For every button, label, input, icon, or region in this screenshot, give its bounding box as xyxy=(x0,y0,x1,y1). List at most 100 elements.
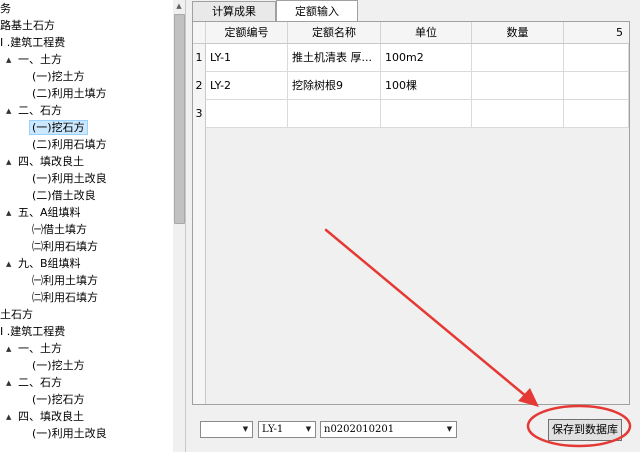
row-number[interactable]: 3 xyxy=(193,100,206,129)
tree-item[interactable]: ▲ 九、B组填料 xyxy=(6,256,81,272)
tree-item-label: (一)利用土改良 xyxy=(32,172,107,185)
tree-item[interactable]: (二)利用土填方 xyxy=(32,86,107,102)
combo-quota-code[interactable]: LY-1 ▼ xyxy=(258,421,316,438)
combo-item-code[interactable]: n0202010201 ▼ xyxy=(320,421,457,438)
table-row[interactable]: 2 LY-2 挖除树根9 100棵 xyxy=(193,72,629,101)
tree-item-label: 二、石方 xyxy=(18,104,62,117)
save-to-database-button[interactable]: 保存到数据库 xyxy=(548,419,622,441)
header-quota-name[interactable]: 定额名称 xyxy=(288,22,381,43)
tree-item-label: (一)利用土改良 xyxy=(32,427,107,440)
tree-item-label: 务 xyxy=(0,2,11,15)
tree-item[interactable]: ㈡利用石填方 xyxy=(32,290,98,306)
tree-item[interactable]: 路基土石方 xyxy=(0,18,55,34)
tree-item[interactable]: I .建筑工程费 xyxy=(0,35,65,51)
tab-quota-input[interactable]: 定额输入 xyxy=(276,0,358,22)
tree-scrollbar[interactable]: ▲ xyxy=(173,0,186,452)
tree-item[interactable]: (一)利用土改良 xyxy=(32,171,107,187)
combo-type[interactable]: ▼ xyxy=(200,421,253,438)
header-col-5[interactable]: 5 xyxy=(564,22,629,43)
tree-item-label: ㈡利用石填方 xyxy=(32,240,98,253)
cell-quantity[interactable] xyxy=(472,100,564,128)
cell-quantity[interactable] xyxy=(472,44,564,72)
tree-item[interactable]: 土石方 xyxy=(0,307,33,323)
combo-item-code-value: n0202010201 xyxy=(324,424,395,435)
tree-item[interactable]: (二)利用石填方 xyxy=(32,137,107,153)
tree-item-label: (二)利用石填方 xyxy=(32,138,107,151)
cell-quota-code[interactable]: LY-1 xyxy=(206,44,288,72)
tree-item[interactable]: (一)利用土改良 xyxy=(32,426,107,442)
tree-item-label: I .建筑工程费 xyxy=(0,325,66,338)
cell-quota-code[interactable]: LY-2 xyxy=(206,72,288,100)
tree-item-label: I .建筑工程费 xyxy=(0,36,66,49)
scroll-thumb[interactable] xyxy=(174,14,185,224)
tree-expand-triangle-icon[interactable]: ▲ xyxy=(6,409,14,425)
tree-item-label: 一、土方 xyxy=(18,53,62,66)
tree-item[interactable]: ㈡利用石填方 xyxy=(32,239,98,255)
chevron-down-icon[interactable]: ▼ xyxy=(302,422,315,437)
cell-unit[interactable]: 100m2 xyxy=(381,44,472,72)
table-row[interactable]: 3 xyxy=(193,100,629,129)
header-quantity[interactable]: 数量 xyxy=(472,22,564,43)
tree-expand-triangle-icon[interactable]: ▲ xyxy=(6,375,14,391)
tree-item-label: 一、土方 xyxy=(18,342,62,355)
tree-item[interactable]: ▲ 一、土方 xyxy=(6,341,62,357)
tree-item[interactable]: 务 xyxy=(0,1,11,17)
tree-item-label: (一)挖土方 xyxy=(32,70,85,83)
tree-item[interactable]: ㈠借土填方 xyxy=(32,222,87,238)
tree-item-label: ㈠借土填方 xyxy=(32,223,87,236)
tree-item[interactable]: ㈠利用土填方 xyxy=(32,273,98,289)
tree-item-label: (二)利用土填方 xyxy=(32,87,107,100)
cell-col-5[interactable] xyxy=(564,44,629,72)
quota-grid: 定额编号 定额名称 单位 数量 5 1 LY-1 推土机清表 厚... 100m2 2 L… xyxy=(192,21,630,405)
scroll-up-arrow-icon[interactable]: ▲ xyxy=(174,0,184,12)
tree-item-label: 九、B组填料 xyxy=(18,257,81,270)
tree-item-label: ㈡利用石填方 xyxy=(32,291,98,304)
tree-item[interactable]: ▲ 二、石方 xyxy=(6,103,62,119)
cell-quota-name[interactable] xyxy=(288,100,381,128)
tree-item[interactable]: ▲ 一、土方 xyxy=(6,52,62,68)
tree-item-label: (二)借土改良 xyxy=(32,189,96,202)
row-number[interactable]: 1 xyxy=(193,44,206,73)
cell-unit[interactable] xyxy=(381,100,472,128)
tree-item[interactable]: (一)挖土方 xyxy=(32,358,85,374)
tree-item-label: ㈠利用土填方 xyxy=(32,274,98,287)
grid-empty-area xyxy=(193,128,629,404)
row-number[interactable]: 2 xyxy=(193,72,206,101)
tree-item-label: (一)挖土方 xyxy=(32,359,85,372)
cell-col-5[interactable] xyxy=(564,100,629,128)
cell-quota-name[interactable]: 挖除树根9 xyxy=(288,72,381,100)
tree-item[interactable]: I .建筑工程费 xyxy=(0,324,65,340)
tree-expand-triangle-icon[interactable]: ▲ xyxy=(6,103,14,119)
tree-item[interactable]: ▲ 四、填改良土 xyxy=(6,154,84,170)
tree-panel: 务路基土石方 I .建筑工程费 ▲ 一、土方 (一)挖土方 (二)利用土填方 ▲ 二、石方 (一… xyxy=(0,0,174,452)
header-quota-code[interactable]: 定额编号 xyxy=(206,22,288,43)
tree-item[interactable]: (一)挖土方 xyxy=(32,69,85,85)
tree-item[interactable]: (二)借土改良 xyxy=(32,188,96,204)
tree-item[interactable]: ▲ 四、填改良土 xyxy=(6,409,84,425)
tab-calc-results[interactable]: 计算成果 xyxy=(192,1,276,21)
chevron-down-icon[interactable]: ▼ xyxy=(443,422,456,437)
combo-quota-code-value: LY-1 xyxy=(262,424,284,435)
cell-quantity[interactable] xyxy=(472,72,564,100)
tree-item[interactable]: (一)挖石方 xyxy=(29,120,88,136)
cell-col-5[interactable] xyxy=(564,72,629,100)
chevron-down-icon[interactable]: ▼ xyxy=(239,422,252,437)
tree-item[interactable]: ▲ 二、石方 xyxy=(6,375,62,391)
cell-unit[interactable]: 100棵 xyxy=(381,72,472,100)
table-row[interactable]: 1 LY-1 推土机清表 厚... 100m2 xyxy=(193,44,629,73)
tree-expand-triangle-icon[interactable]: ▲ xyxy=(6,341,14,357)
tree-expand-triangle-icon[interactable]: ▲ xyxy=(6,256,14,272)
cell-quota-name[interactable]: 推土机清表 厚... xyxy=(288,44,381,72)
tree-item-label: 土石方 xyxy=(0,308,33,321)
header-unit[interactable]: 单位 xyxy=(381,22,472,43)
tree-item-label: (一)挖石方 xyxy=(29,120,88,135)
tree-item-label: 四、填改良土 xyxy=(18,155,84,168)
tree-item-label: 二、石方 xyxy=(18,376,62,389)
tree-expand-triangle-icon[interactable]: ▲ xyxy=(6,205,14,221)
tree-expand-triangle-icon[interactable]: ▲ xyxy=(6,154,14,170)
tree-item[interactable]: ▲ 五、A组填料 xyxy=(6,205,81,221)
tree-expand-triangle-icon[interactable]: ▲ xyxy=(6,52,14,68)
tree-item[interactable]: (一)挖石方 xyxy=(32,392,85,408)
cell-quota-code[interactable] xyxy=(206,100,288,128)
tree-item-label: 路基土石方 xyxy=(0,19,55,32)
